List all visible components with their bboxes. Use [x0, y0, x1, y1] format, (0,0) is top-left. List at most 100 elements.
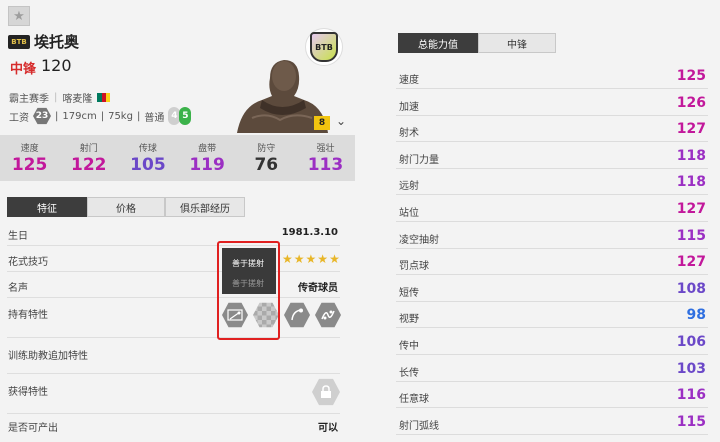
info-row-training: 训练助教追加特性 [7, 338, 340, 374]
stat-label: 速度 [20, 144, 39, 154]
attribute-label: 站位 [399, 208, 419, 219]
overall-rating: 120 [41, 56, 72, 75]
star-icon: ★ [329, 252, 340, 266]
height: 179cm [62, 110, 97, 122]
attribute-value: 106 [676, 334, 706, 350]
highlight-box [217, 241, 280, 340]
attribute-label: 视野 [399, 314, 419, 326]
separator: | [54, 92, 58, 103]
season-badge: BTB [8, 35, 30, 49]
star-icon: ★ [317, 252, 329, 266]
attribute-value: 115 [676, 413, 706, 430]
nationality: 喀麦隆 [62, 94, 93, 105]
stat-value: 122 [71, 155, 107, 175]
attribute-row: 射门力量 118 [396, 143, 708, 169]
info-label: 持有特性 [8, 310, 48, 321]
chevron-down-icon[interactable]: ⌄ [336, 114, 346, 128]
stat-value: 105 [130, 155, 166, 175]
attribute-value: 127 [676, 254, 706, 271]
stat-value: 113 [307, 155, 344, 175]
info-value: 传奇球员 [298, 283, 338, 294]
attribute-label: 射门力量 [399, 154, 439, 166]
tab-position[interactable]: 中锋 [478, 33, 556, 53]
skill-stars: ★ ★ ★ ★ ★ [282, 252, 340, 266]
attribute-value: 116 [676, 387, 706, 404]
attribute-value: 103 [676, 360, 706, 377]
stat-value: 119 [189, 155, 225, 175]
favorite-star-button[interactable]: ★ [8, 6, 30, 26]
info-tabs: 特征 价格 俱乐部经历 [7, 197, 245, 217]
stat-value: 76 [254, 155, 279, 175]
info-label: 是否可产出 [8, 423, 58, 434]
tab-traits[interactable]: 特征 [7, 197, 87, 217]
wage-value: 23 [33, 107, 51, 125]
separator: | [100, 110, 105, 122]
separator: | [55, 110, 59, 122]
attribute-label: 速度 [399, 75, 419, 86]
attribute-label: 射术 [399, 128, 419, 140]
attribute-label: 长传 [399, 367, 419, 379]
attribute-label: 远射 [399, 181, 419, 193]
attribute-row: 任意球 116 [396, 382, 708, 409]
attribute-tabs: 总能力值 中锋 [398, 33, 556, 53]
weight: 75kg [108, 110, 133, 122]
attribute-label: 凌空抽射 [399, 234, 439, 246]
attribute-row: 射门弧线 115 [396, 409, 708, 435]
position-label: 中锋 [10, 62, 37, 77]
info-label: 生日 [8, 231, 28, 242]
stat-dribbling: 盘带 119 [178, 135, 237, 181]
attribute-row: 速度 125 [396, 63, 708, 89]
attribute-row: 远射 118 [396, 169, 708, 196]
attribute-row: 射术 127 [396, 116, 708, 143]
attribute-row: 传中 106 [396, 329, 708, 355]
player-name: 埃托奥 [34, 33, 80, 51]
attribute-label: 射门弧线 [399, 420, 439, 432]
stat-physical: 强壮 113 [296, 135, 355, 181]
tab-total-ability[interactable]: 总能力值 [398, 33, 478, 53]
attribute-value: 127 [676, 121, 706, 138]
tab-club-history[interactable]: 俱乐部经历 [165, 197, 245, 217]
stats-summary: 速度 125 射门 122 传球 105 盘带 119 防守 76 强壮 113 [0, 135, 355, 181]
star-icon: ★ [305, 252, 317, 266]
star-icon: ★ [293, 252, 305, 266]
trait-dribble-icon[interactable] [315, 302, 341, 328]
trait-curve-icon[interactable] [284, 302, 310, 328]
attribute-value: 127 [676, 201, 706, 217]
flag-icon [97, 93, 111, 102]
stat-speed: 速度 125 [0, 135, 59, 181]
attribute-row: 站位 127 [396, 196, 708, 222]
player-meta-line: 霸主赛季 | 喀麦隆 [9, 90, 111, 105]
info-row-birthday: 生日 1981.3.10 [7, 222, 340, 246]
stat-label: 盘带 [198, 144, 217, 154]
attribute-value: 98 [686, 307, 706, 324]
attribute-row: 凌空抽射 115 [396, 223, 708, 249]
info-label: 获得特性 [8, 387, 48, 398]
star-icon: ★ [282, 252, 293, 266]
stat-shooting: 射门 122 [59, 135, 118, 181]
tab-price[interactable]: 价格 [87, 197, 165, 217]
stat-label: 强壮 [316, 144, 335, 154]
attribute-label: 短传 [399, 287, 419, 299]
stat-defending: 防守 76 [237, 135, 296, 181]
attribute-row: 罚点球 127 [396, 249, 708, 276]
attribute-label: 加速 [399, 101, 419, 113]
level-badge: 8 [314, 116, 330, 130]
attribute-row: 加速 126 [396, 90, 708, 116]
attribute-label: 任意球 [399, 394, 429, 406]
attribute-label: 罚点球 [399, 261, 429, 273]
attribute-label: 传中 [399, 341, 419, 352]
attribute-value: 126 [676, 94, 706, 111]
info-label: 名声 [8, 283, 28, 294]
attribute-value: 108 [676, 280, 706, 297]
attribute-value: 115 [676, 227, 706, 244]
star-icon: ★ [13, 8, 25, 24]
body-type: 普通 [144, 112, 165, 124]
stat-label: 射门 [79, 144, 98, 154]
info-label: 花式技巧 [8, 257, 48, 268]
stat-value: 125 [11, 155, 48, 175]
wage-label: 工资 [9, 112, 29, 124]
season-name: 霸主赛季 [9, 94, 49, 105]
stat-label: 传球 [138, 144, 157, 154]
attribute-value: 125 [676, 68, 706, 84]
stat-passing: 传球 105 [118, 135, 177, 181]
